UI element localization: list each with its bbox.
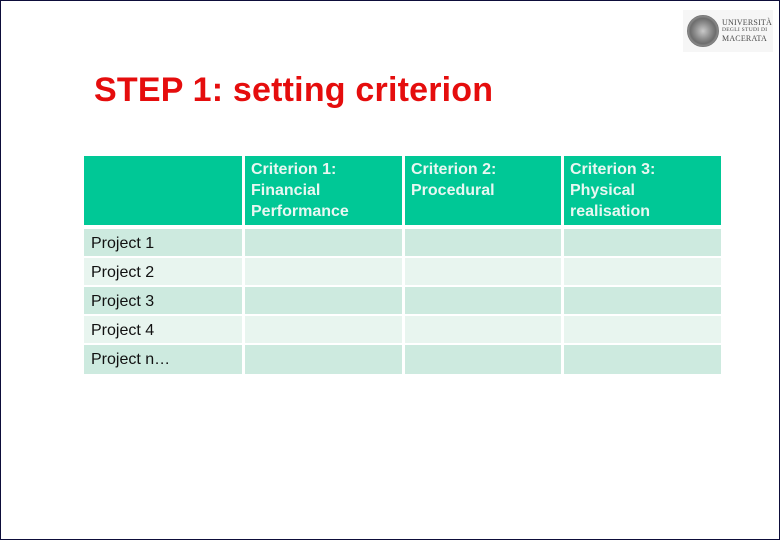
- criteria-table: Criterion 1: Financial Performance Crite…: [84, 156, 721, 374]
- logo-line-2: DEGLI STUDI DI: [722, 27, 768, 34]
- logo-line-1: UNIVERSITÀ: [722, 18, 772, 28]
- table-cell: [405, 229, 564, 258]
- table-row: Project 4: [84, 316, 721, 345]
- header-criterion-2: Criterion 2: Procedural: [405, 156, 564, 229]
- table-cell: [245, 345, 405, 374]
- row-label: Project n…: [84, 345, 245, 374]
- university-logo: UNIVERSITÀ DEGLI STUDI DI MACERATA: [683, 10, 773, 52]
- row-label: Project 1: [84, 229, 245, 258]
- logo-line-3: MACERATA: [722, 33, 767, 43]
- header-criterion-1: Criterion 1: Financial Performance: [245, 156, 405, 229]
- table-cell: [405, 258, 564, 287]
- table-cell: [564, 229, 721, 258]
- table-cell: [564, 258, 721, 287]
- university-seal-icon: [687, 15, 719, 47]
- header-corner-cell: [84, 156, 245, 229]
- row-label: Project 3: [84, 287, 245, 316]
- row-label: Project 4: [84, 316, 245, 345]
- table-row: Project 1: [84, 229, 721, 258]
- header-criterion-3: Criterion 3: Physical realisation: [564, 156, 721, 229]
- table-cell: [245, 258, 405, 287]
- slide: UNIVERSITÀ DEGLI STUDI DI MACERATA STEP …: [0, 0, 780, 540]
- table-cell: [564, 345, 721, 374]
- row-label: Project 2: [84, 258, 245, 287]
- table-cell: [405, 316, 564, 345]
- table-cell: [245, 287, 405, 316]
- table-cell: [245, 316, 405, 345]
- table-row: Project 3: [84, 287, 721, 316]
- table-cell: [405, 287, 564, 316]
- table-cell: [564, 287, 721, 316]
- table-cell: [564, 316, 721, 345]
- table-row: Project n…: [84, 345, 721, 374]
- table-cell: [245, 229, 405, 258]
- header-row: Criterion 1: Financial Performance Crite…: [84, 156, 721, 229]
- logo-text: UNIVERSITÀ DEGLI STUDI DI MACERATA: [722, 19, 772, 43]
- table-cell: [405, 345, 564, 374]
- slide-title: STEP 1: setting criterion: [94, 71, 494, 109]
- table-row: Project 2: [84, 258, 721, 287]
